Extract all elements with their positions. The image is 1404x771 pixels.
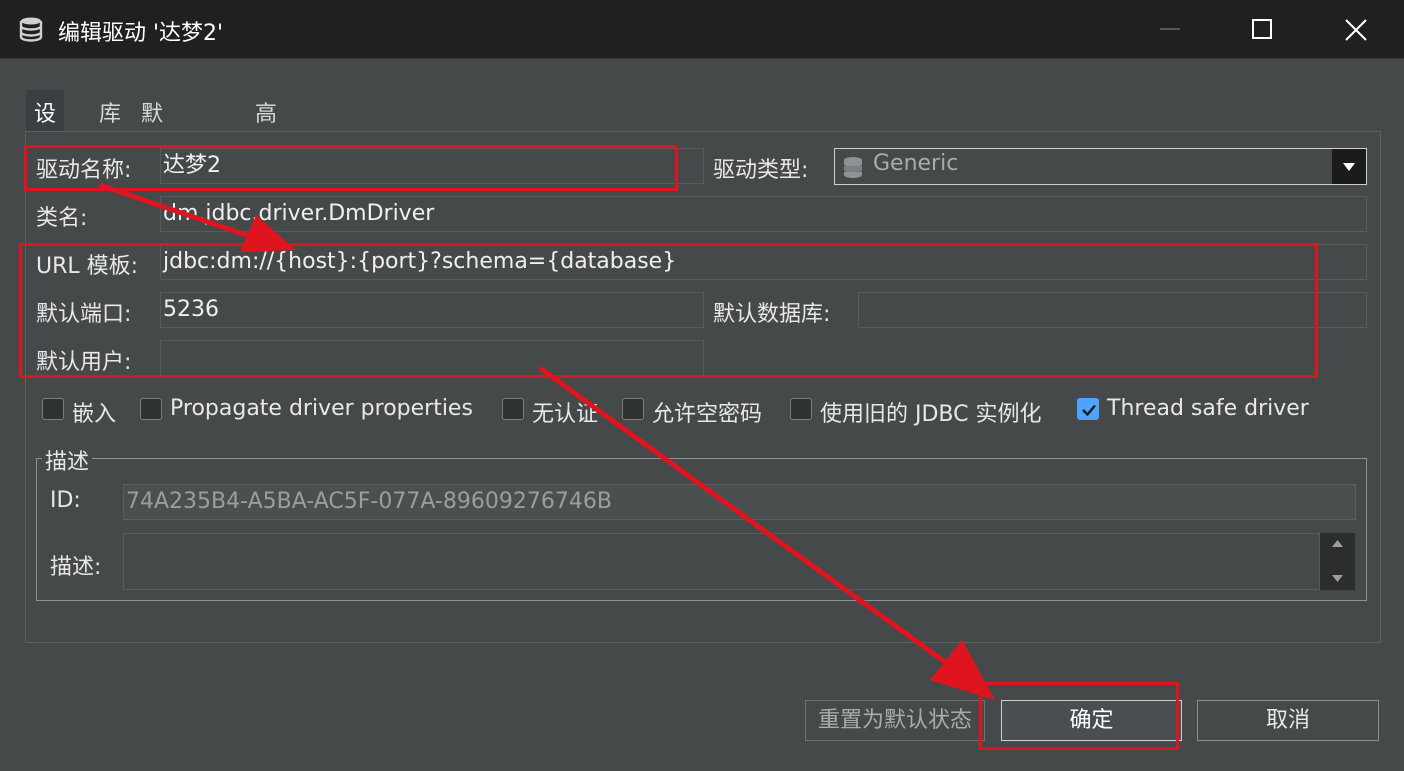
checkbox-box[interactable] [1077,398,1099,420]
driver-type-label: 驱动类型: [713,158,809,183]
checkbox-label: Thread safe driver [1107,396,1309,421]
tab-advanced-parameters[interactable]: 高级参数 [255,90,277,277]
dropdown-button[interactable] [1332,149,1366,184]
close-icon [1345,19,1367,41]
driver-type-select[interactable]: Generic [834,148,1367,185]
maximize-button[interactable] [1216,0,1308,58]
default-port-label: 默认端口: [36,302,132,327]
default-database-input[interactable] [858,292,1367,328]
chevron-down-icon [1343,163,1355,171]
description-textarea[interactable] [123,533,1320,590]
description-scrollbar[interactable] [1320,533,1355,590]
cancel-button[interactable]: 取消 [1197,700,1379,741]
checkbox-box[interactable] [140,398,162,420]
maximize-icon [1252,19,1272,39]
minimize-icon [1160,28,1180,30]
checkbox-box[interactable] [42,398,64,420]
checkbox-box[interactable] [502,398,524,420]
default-port-input[interactable]: 5236 [160,292,704,328]
scroll-arrows-icon [1332,540,1343,582]
description-group-title: 描述 [42,444,93,476]
ok-button[interactable]: 确定 [1001,700,1182,741]
database-icon [844,157,862,178]
driver-name-label: 驱动名称: [36,158,132,183]
tab-libraries[interactable]: 库 [99,90,121,132]
tab-settings[interactable]: 设置 [26,90,65,177]
database-icon [19,17,43,42]
checkmark-icon [1082,404,1096,417]
url-template-label: URL 模板: [36,254,139,279]
checkbox-label: 嵌入 [72,402,117,427]
class-name-input[interactable]: dm.jdbc.driver.DmDriver [160,196,1367,232]
checkbox-label: 允许空密码 [652,402,763,427]
checkbox-label: 无认证 [532,402,599,427]
close-button[interactable] [1310,0,1402,58]
url-template-input[interactable]: jdbc:dm://{host}:{port}?schema={database… [160,244,1367,280]
driver-type-value: Generic [873,151,959,176]
window-title: 编辑驱动 '达梦2' [58,21,224,46]
minimize-button[interactable] [1124,0,1216,58]
default-user-label: 默认用户: [36,350,132,375]
checkbox-box[interactable] [622,398,644,420]
description-label: 描述: [50,555,102,580]
checkbox-label: Propagate driver properties [170,396,473,421]
default-database-label: 默认数据库: [713,302,831,327]
id-label: ID: [50,488,81,513]
title-bar: 编辑驱动 '达梦2' [0,0,1404,59]
tab-default-properties[interactable]: 默认属性 [141,90,163,277]
checkbox-box[interactable] [790,398,812,420]
default-user-input[interactable] [160,340,704,376]
reset-to-defaults-button[interactable]: 重置为默认状态 [805,700,985,741]
driver-name-input[interactable]: 达梦2 [160,148,704,184]
class-name-label: 类名: [36,206,88,231]
id-field[interactable]: 74A235B4-A5BA-AC5F-077A-89609276746B [123,484,1356,520]
checkbox-label: 使用旧的 JDBC 实例化 [820,402,1042,427]
